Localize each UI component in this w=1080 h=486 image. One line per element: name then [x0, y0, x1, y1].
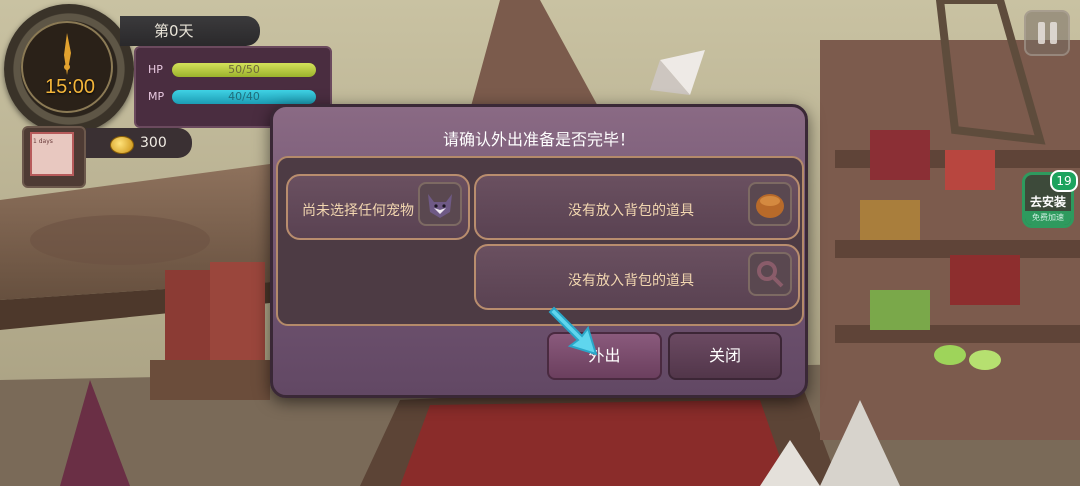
- diary-text: 1 days: [33, 138, 53, 145]
- install-label: 去安装: [1029, 195, 1066, 209]
- clock-face: [21, 21, 113, 113]
- hp-label: HP: [148, 63, 163, 76]
- pet-slot-text: 尚未选择任何宠物: [302, 203, 414, 219]
- item-slot-2-text: 没有放入背包的道具: [568, 273, 694, 289]
- dialog-title: 请确认外出准备是否完毕！: [442, 130, 635, 149]
- clock-time: 15:00: [44, 76, 96, 98]
- day-counter: 第0天: [120, 16, 260, 46]
- mp-value: 40/40: [228, 90, 260, 103]
- pause-icon: [1038, 22, 1045, 44]
- item-slot-1-text: 没有放入背包的道具: [568, 203, 694, 219]
- install-badge: 19: [1050, 170, 1078, 192]
- install-sublabel: 免费加速: [1025, 211, 1071, 225]
- gold-amount: 300: [140, 135, 167, 151]
- pause-button[interactable]: [1024, 10, 1070, 56]
- pet-icon: [418, 182, 462, 226]
- hp-value: 50/50: [228, 63, 260, 76]
- tool-icon: [748, 252, 792, 296]
- gold-panel: 300: [86, 128, 192, 158]
- tutorial-arrow-icon: [548, 306, 598, 356]
- close-button[interactable]: 关闭: [668, 332, 782, 380]
- mp-label: MP: [148, 90, 165, 103]
- coin-icon: [110, 136, 134, 154]
- bag-icon: [748, 182, 792, 226]
- pause-icon-bar: [1050, 22, 1057, 44]
